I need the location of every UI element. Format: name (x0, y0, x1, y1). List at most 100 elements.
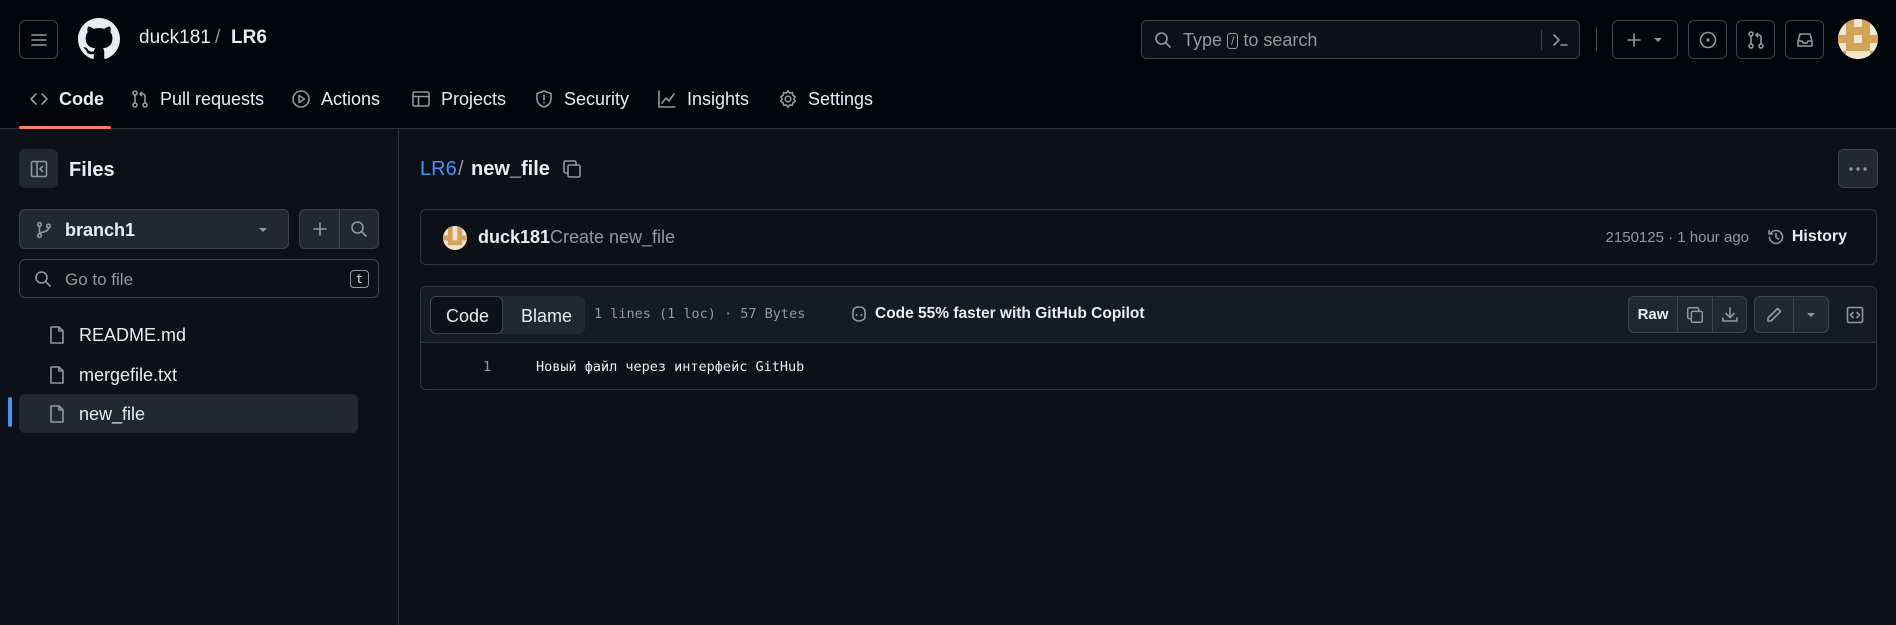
history-label: History (1791, 228, 1847, 245)
copy-path-button[interactable] (561, 158, 583, 180)
sidebar-collapse-icon (30, 160, 47, 177)
issues-button[interactable] (1688, 20, 1727, 59)
edit-group (1754, 296, 1829, 333)
global-header: duck181 / LR6 Type / to search Code Pull… (0, 0, 1896, 129)
search-placeholder: Type / to search (1183, 30, 1317, 51)
menu-button[interactable] (19, 20, 58, 59)
file-viewer: Code Blame 1 lines (1 loc) · 57 Bytes Co… (420, 286, 1877, 390)
file-tree-item-selected[interactable]: new_file (19, 394, 358, 433)
inbox-button[interactable] (1785, 20, 1824, 59)
download-button[interactable] (1713, 297, 1747, 332)
avatar[interactable] (443, 226, 467, 250)
git-pull-request-icon (1747, 30, 1764, 49)
triangle-down-icon (1654, 37, 1662, 42)
commit-author[interactable]: duck181 (478, 227, 550, 248)
file-name: new_file (79, 404, 146, 424)
selected-item-marker (8, 397, 12, 427)
edit-dropdown-button[interactable] (1794, 297, 1828, 332)
breadcrumb-repo[interactable]: LR6 (231, 27, 267, 49)
tab-insights[interactable]: Insights (657, 86, 749, 112)
file-name: mergefile.txt (79, 365, 178, 385)
github-logo-icon[interactable] (78, 18, 120, 60)
copilot-label: Code 55% faster with GitHub Copilot (875, 305, 1145, 322)
view-mode-toggle: Code Blame (430, 296, 585, 334)
go-to-file-shortcut: t (349, 270, 369, 288)
commit-meta[interactable]: 2150125 · 1 hour ago (1606, 229, 1749, 246)
plus-icon (1627, 32, 1641, 47)
tab-label: Projects (441, 88, 507, 109)
tab-label: Security (564, 88, 630, 109)
search-input[interactable]: Type / to search (1141, 20, 1580, 59)
file-viewer-header: Code Blame 1 lines (1 loc) · 57 Bytes Co… (421, 287, 1876, 343)
copy-raw-button[interactable] (1678, 297, 1712, 332)
file-icon (50, 326, 64, 344)
file-icon (50, 405, 64, 423)
copy-icon (563, 160, 581, 178)
copy-icon (1687, 306, 1703, 323)
hamburger-icon (30, 33, 47, 46)
tab-label: Code (59, 88, 104, 109)
file-tree-sidebar: Files branch1 Go to file t README.md mer… (0, 129, 399, 625)
search-icon (35, 271, 51, 287)
path-separator: / (458, 158, 464, 180)
avatar[interactable] (1838, 19, 1878, 59)
graph-icon (658, 90, 676, 108)
tab-label: Settings (808, 88, 874, 109)
breadcrumb-owner[interactable]: duck181 (139, 27, 211, 49)
search-shortcut-key: / (1227, 32, 1239, 49)
copilot-promo[interactable]: Code 55% faster with GitHub Copilot (849, 304, 1145, 324)
tab-label: Insights (687, 88, 750, 109)
edit-button[interactable] (1755, 297, 1793, 332)
search-icon (1155, 32, 1171, 48)
play-icon (292, 90, 310, 108)
file-name: README.md (79, 325, 187, 345)
table-icon (412, 91, 430, 107)
tab-label: Pull requests (160, 88, 265, 109)
symbols-panel-button[interactable] (1838, 296, 1872, 333)
tab-security[interactable]: Security (534, 86, 629, 112)
collapse-sidebar-button[interactable] (19, 149, 58, 188)
add-file-split (299, 209, 379, 249)
commit-message[interactable]: Create new_file (550, 227, 675, 248)
history-button[interactable]: History (1766, 227, 1847, 247)
command-palette-icon[interactable] (1551, 31, 1569, 49)
create-new-button[interactable] (1612, 20, 1678, 59)
more-options-button[interactable] (1838, 149, 1878, 188)
git-branch-icon (36, 221, 52, 239)
code-view-label[interactable]: Code (446, 306, 489, 327)
file-tree-item[interactable]: README.md (19, 315, 358, 354)
file-icon (50, 366, 64, 384)
code-square-icon (1846, 306, 1864, 323)
blame-view-label[interactable]: Blame (521, 306, 572, 327)
shield-icon (536, 90, 552, 108)
search-divider (1541, 30, 1542, 50)
file-tree-item[interactable]: mergefile.txt (19, 355, 358, 394)
tab-pull-requests[interactable]: Pull requests (130, 86, 264, 112)
search-icon (351, 221, 367, 237)
search-files-button[interactable] (340, 210, 378, 248)
header-divider (1596, 27, 1597, 51)
tab-actions[interactable]: Actions (291, 86, 380, 112)
pull-requests-button[interactable] (1736, 20, 1775, 59)
path-repo-link[interactable]: LR6 (420, 158, 457, 181)
tab-projects[interactable]: Projects (411, 86, 506, 112)
breadcrumb-separator: / (215, 27, 221, 48)
branch-selector[interactable]: branch1 (19, 209, 289, 249)
search-suffix: to search (1243, 30, 1318, 50)
go-to-file-input[interactable]: Go to file t (19, 259, 379, 298)
file-stats: 1 lines (1 loc) · 57 Bytes (594, 306, 806, 322)
download-icon (1722, 306, 1738, 322)
add-file-button[interactable] (300, 210, 339, 248)
code-line: Новый файл через интерфейс GitHub (536, 359, 805, 375)
sidebar-title: Files (69, 159, 115, 181)
git-pull-request-icon (132, 90, 148, 108)
tab-settings[interactable]: Settings (778, 86, 873, 112)
line-number[interactable]: 1 (483, 359, 491, 375)
tab-code[interactable]: Code (29, 86, 104, 112)
branch-name: branch1 (65, 220, 136, 240)
inbox-icon (1796, 32, 1813, 47)
raw-button[interactable]: Raw (1629, 306, 1677, 323)
search-prefix: Type (1183, 30, 1223, 50)
issue-opened-icon (1699, 31, 1716, 48)
gear-icon (780, 90, 796, 108)
